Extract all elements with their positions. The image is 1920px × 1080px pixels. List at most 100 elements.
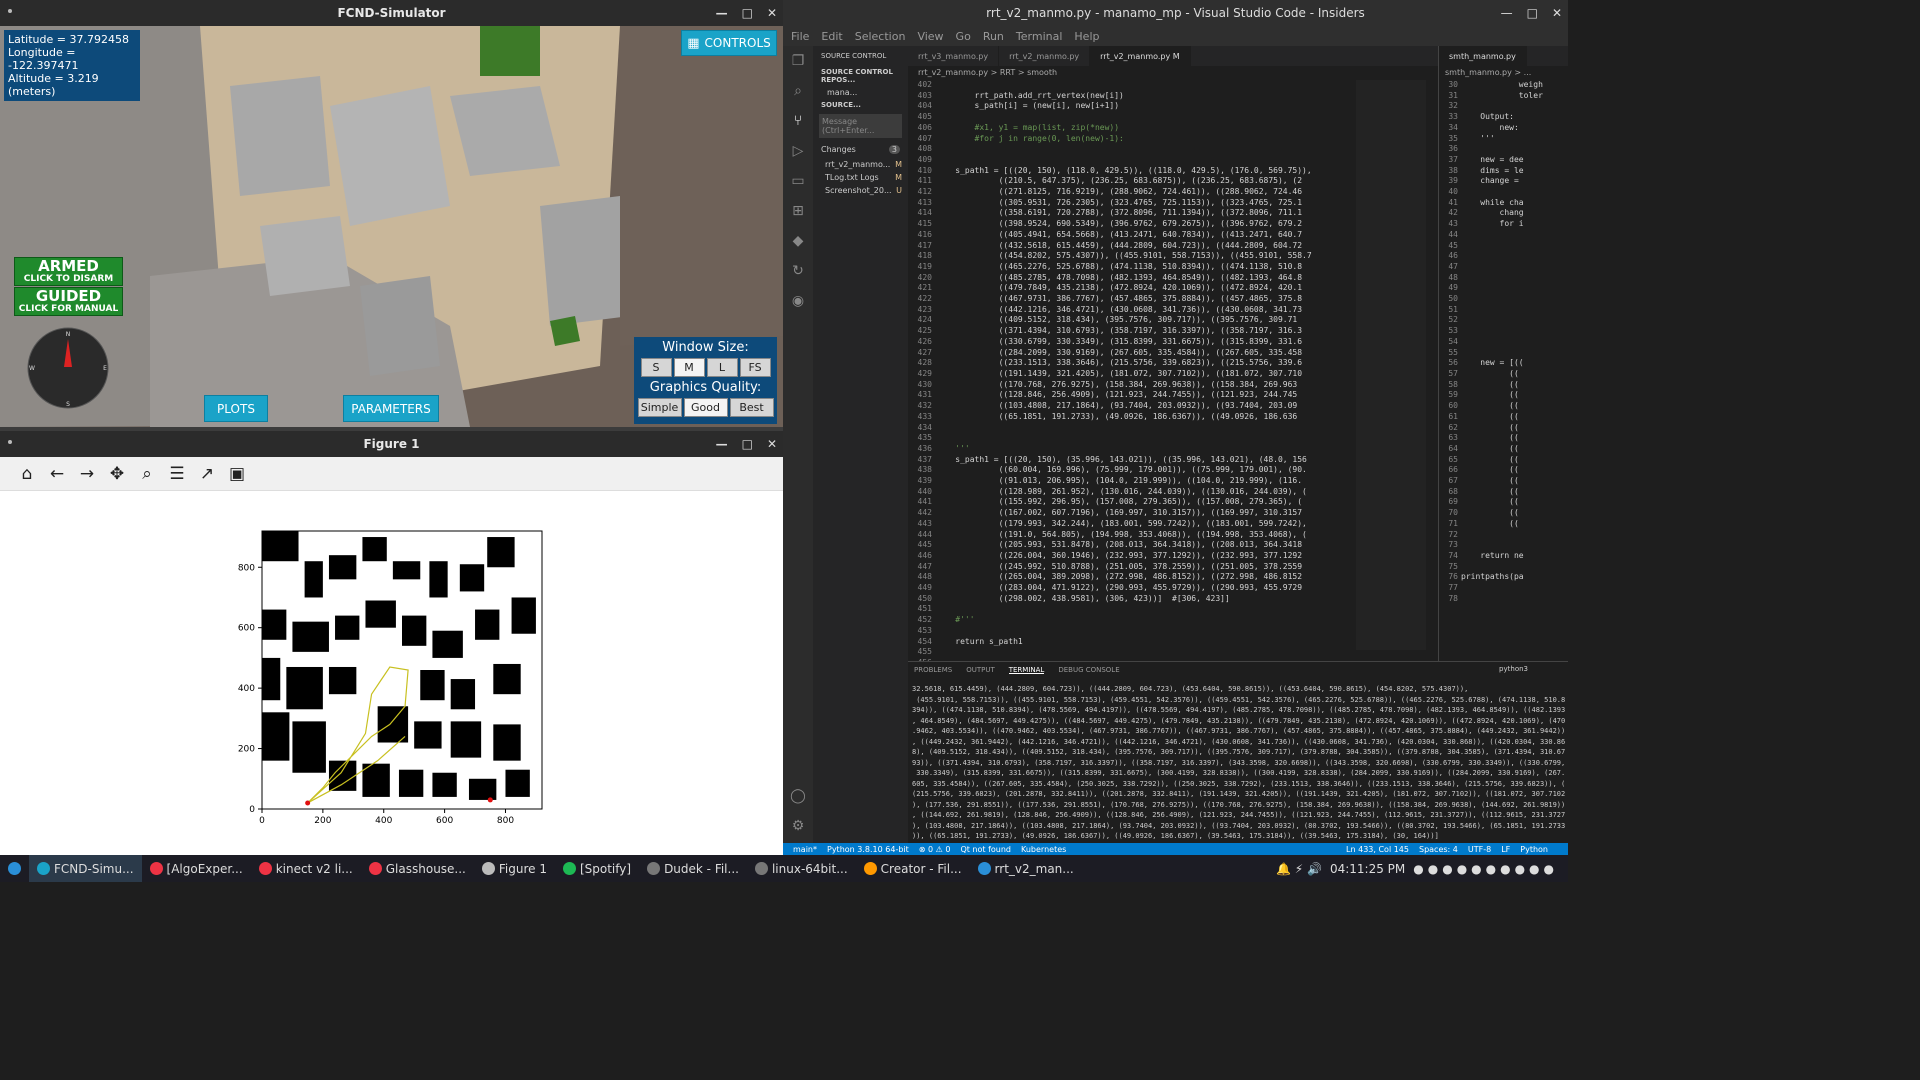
terminal-shell-select[interactable]: python3	[1499, 665, 1528, 673]
vscode-maximize-icon[interactable]: □	[1527, 6, 1538, 20]
code-line: ((467.9731, 386.7767), (457.4865, 375.88…	[936, 294, 1303, 304]
menu-selection[interactable]: Selection	[855, 30, 906, 43]
taskbar-item[interactable]: Dudek - Fil...	[639, 855, 747, 882]
tray-icons[interactable]: 🔔 ⚡ 🔊	[1276, 862, 1322, 876]
panel-tab-problems[interactable]: PROBLEMS	[914, 666, 952, 674]
minimize-icon[interactable]: —	[716, 6, 728, 20]
forward-icon[interactable]: →	[76, 464, 98, 484]
window-size-fs[interactable]: FS	[739, 358, 771, 377]
cursor-position[interactable]: Ln 433, Col 145	[1346, 845, 1409, 854]
tab-smth-manmo[interactable]: smth_manmo.py	[1439, 46, 1527, 66]
armed-button[interactable]: ARMED CLICK TO DISARM	[14, 257, 123, 286]
taskbar-item[interactable]: Figure 1	[474, 855, 555, 882]
changed-file-item[interactable]: TLog.txt Logs M	[813, 171, 908, 184]
taskbar-item[interactable]: rrt_v2_man...	[970, 855, 1082, 882]
right-code-editor[interactable]: weigh toler Output: new: ''' new = dee d…	[1461, 80, 1561, 604]
kubernetes-status[interactable]: Kubernetes	[1021, 845, 1066, 854]
language-status[interactable]: Python	[1520, 845, 1548, 854]
live-share-icon[interactable]: ↻	[783, 256, 813, 286]
encoding-status[interactable]: UTF-8	[1468, 845, 1491, 854]
figure-close-icon[interactable]: ✕	[767, 437, 777, 451]
window-size-m[interactable]: M	[673, 358, 705, 377]
gitlens-icon[interactable]: ◉	[783, 286, 813, 316]
remote-icon[interactable]: ▭	[783, 166, 813, 196]
eol-status[interactable]: LF	[1501, 845, 1510, 854]
panel-tab-terminal[interactable]: TERMINAL	[1008, 666, 1045, 674]
taskbar-item[interactable]: linux-64bit...	[747, 855, 856, 882]
panel-tab-debug-console[interactable]: DEBUG CONSOLE	[1058, 666, 1119, 674]
vscode-close-icon[interactable]: ✕	[1552, 6, 1562, 20]
commit-message-input[interactable]: Message (Ctrl+Enter...	[819, 114, 902, 138]
terminal-output[interactable]: 32.5618, 615.4459), (444.2809, 604.723))…	[908, 678, 1568, 848]
breadcrumb[interactable]: rrt_v2_manmo.py > RRT > smooth	[908, 66, 1438, 80]
accounts-icon[interactable]: ◯	[783, 781, 813, 811]
app-tray-icons[interactable]: ●●●●●●●●●●	[1413, 862, 1558, 876]
panel-tab-output[interactable]: OUTPUT	[966, 666, 995, 674]
parameters-button[interactable]: PARAMETERS	[343, 395, 439, 422]
taskbar-item[interactable]: kinect v2 li...	[251, 855, 361, 882]
taskbar-item[interactable]: FCND-Simu...	[29, 855, 142, 882]
taskbar-item[interactable]: [Spotify]	[555, 855, 639, 882]
terminal-line: , ((144.692, 261.9819), (128.846, 256.49…	[912, 811, 1566, 819]
menu-terminal[interactable]: Terminal	[1016, 30, 1063, 43]
changes-header[interactable]: Changes 3	[813, 141, 908, 158]
changed-file-item[interactable]: Screenshot_20... U	[813, 184, 908, 197]
code-editor[interactable]: rrt_path.add_rrt_vertex(new[i]) s_path[i…	[936, 80, 1356, 669]
quality-simple[interactable]: Simple	[637, 398, 682, 417]
home-icon[interactable]: ⌂	[16, 464, 38, 484]
branch-status[interactable]: main*	[793, 845, 817, 854]
python-status[interactable]: Python 3.8.10 64-bit	[827, 845, 909, 854]
taskbar-item[interactable]: Glasshouse...	[361, 855, 474, 882]
zoom-icon[interactable]: ⌕	[136, 464, 158, 484]
settings-gear-icon[interactable]: ⚙	[783, 811, 813, 841]
search-icon[interactable]: ⌕	[783, 76, 813, 106]
editor-tab[interactable]: rrt_v2_manmo.py	[999, 46, 1091, 66]
problems-status[interactable]: ⊗ 0 ⚠ 0	[919, 845, 951, 854]
pan-icon[interactable]: ✥	[106, 464, 128, 484]
clock[interactable]: 04:11:25 PM	[1330, 862, 1405, 876]
run-debug-icon[interactable]: ▷	[783, 136, 813, 166]
close-icon[interactable]: ✕	[767, 6, 777, 20]
repo-item[interactable]: mana...	[813, 86, 908, 99]
changed-file-item[interactable]: rrt_v2_manmo... M	[813, 158, 908, 171]
taskbar-item[interactable]: [AlgoExper...	[142, 855, 251, 882]
indent-status[interactable]: Spaces: 4	[1419, 845, 1458, 854]
vscode-title: rrt_v2_manmo.py - manamo_mp - Visual Stu…	[986, 6, 1365, 20]
back-icon[interactable]: ←	[46, 464, 68, 484]
editor-tab[interactable]: rrt_v2_manmo.py M	[1090, 46, 1191, 66]
quality-best[interactable]: Best	[729, 398, 774, 417]
subplots-icon[interactable]: ☰	[166, 464, 188, 484]
qt-status[interactable]: Qt not found	[960, 845, 1011, 854]
menu-go[interactable]: Go	[956, 30, 971, 43]
docker-icon[interactable]: ◆	[783, 226, 813, 256]
vscode-minimize-icon[interactable]: —	[1501, 6, 1513, 20]
code-line: ((	[1461, 443, 1519, 453]
maximize-icon[interactable]: □	[742, 6, 753, 20]
window-menu-dot[interactable]	[8, 9, 12, 13]
right-breadcrumb[interactable]: smth_manmo.py > ...	[1439, 66, 1568, 80]
menu-file[interactable]: File	[791, 30, 809, 43]
window-size-l[interactable]: L	[706, 358, 738, 377]
taskbar-item[interactable]: Creator - Fil...	[856, 855, 970, 882]
menu-edit[interactable]: Edit	[821, 30, 842, 43]
editor-tab[interactable]: rrt_v3_manmo.py	[908, 46, 1000, 66]
source-control-icon[interactable]: ⑂	[783, 106, 813, 136]
controls-button[interactable]: ▦ CONTROLS	[681, 30, 777, 56]
guided-button[interactable]: GUIDED CLICK FOR MANUAL	[14, 287, 123, 316]
quality-good[interactable]: Good	[683, 398, 728, 417]
extensions-icon[interactable]: ⊞	[783, 196, 813, 226]
figure-menu-dot[interactable]	[8, 440, 12, 444]
minimap[interactable]	[1356, 80, 1426, 650]
menu-run[interactable]: Run	[983, 30, 1004, 43]
menu-help[interactable]: Help	[1074, 30, 1099, 43]
city-3d-view[interactable]: Latitude = 37.792458 Longitude = -122.39…	[0, 26, 783, 427]
save-icon[interactable]: ▣	[226, 464, 248, 484]
start-menu-icon[interactable]	[0, 855, 29, 882]
menu-view[interactable]: View	[917, 30, 943, 43]
figure-maximize-icon[interactable]: □	[742, 437, 753, 451]
explorer-icon[interactable]: ❐	[783, 46, 813, 76]
window-size-s[interactable]: S	[640, 358, 672, 377]
figure-minimize-icon[interactable]: —	[716, 437, 728, 451]
plots-button[interactable]: PLOTS	[204, 395, 268, 422]
edit-axis-icon[interactable]: ↗	[196, 464, 218, 484]
